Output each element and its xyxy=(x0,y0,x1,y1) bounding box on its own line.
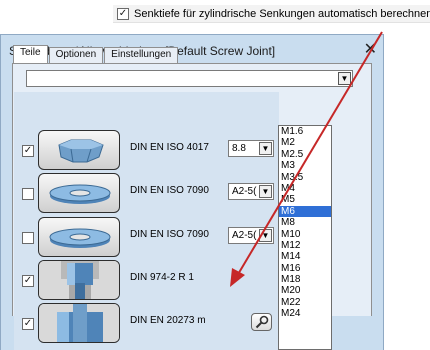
part-row: ✓ DIN 974-2 R 1 xyxy=(20,259,280,301)
part-name: DIN EN ISO 7090 xyxy=(130,229,209,240)
size-option[interactable]: M2 xyxy=(279,137,331,148)
auto-countersink-option[interactable]: ✓ Senktiefe für zylindrische Senkungen a… xyxy=(113,5,430,23)
tab-bar: Teile Optionen Einstellungen xyxy=(13,45,179,63)
size-option[interactable]: M22 xyxy=(279,297,331,308)
part-row: ✓ DIN EN ISO 4017 8.8 ▼ xyxy=(20,129,280,171)
part-name: DIN EN 20273 m xyxy=(130,315,206,326)
washer-icon[interactable] xyxy=(38,173,120,213)
material-value: A2-5( xyxy=(232,186,257,197)
part-checkbox[interactable] xyxy=(22,188,34,200)
part-name: DIN EN ISO 7090 xyxy=(130,185,209,196)
auto-countersink-checkbox[interactable]: ✓ xyxy=(117,7,129,20)
part-row: DIN EN ISO 7090 A2-5( ▼ xyxy=(20,172,280,214)
size-option[interactable]: M5 xyxy=(279,194,331,205)
size-option[interactable]: M4 xyxy=(279,183,331,194)
hex-bolt-icon[interactable] xyxy=(38,130,120,170)
hex-nut-icon[interactable] xyxy=(38,303,120,343)
size-option[interactable]: M14 xyxy=(279,251,331,262)
tab-einstellungen[interactable]: Einstellungen xyxy=(104,47,179,63)
tab-teile[interactable]: Teile xyxy=(13,45,48,63)
wrench-icon[interactable] xyxy=(251,313,272,331)
size-option[interactable]: M6 xyxy=(279,205,331,218)
size-option[interactable]: M8 xyxy=(279,217,331,228)
size-option[interactable]: M3.5 xyxy=(279,172,331,183)
chevron-down-icon[interactable]: ▼ xyxy=(259,185,272,198)
size-dropdown-list[interactable]: M1.6 M2 M2.5 M3 M3.5 M4 M5 M6 M8 M10 M12 M14 M16 M18 M… xyxy=(278,125,332,350)
part-row: ✓ DIN EN 20273 m xyxy=(20,302,280,344)
part-checkbox[interactable]: ✓ xyxy=(22,318,34,330)
part-row: DIN EN ISO 7090 A2-5( ▼ xyxy=(20,216,280,258)
strength-class-value: 8.8 xyxy=(232,143,246,154)
size-option[interactable]: M20 xyxy=(279,285,331,296)
size-option[interactable]: M12 xyxy=(279,240,331,251)
size-option[interactable]: M10 xyxy=(279,229,331,240)
size-option[interactable]: M1.6 xyxy=(279,126,331,137)
part-checkbox[interactable]: ✓ xyxy=(22,275,34,287)
close-icon[interactable]: ✕ xyxy=(364,42,377,58)
screw-type-combo[interactable]: ▼ xyxy=(26,70,353,87)
auto-countersink-label: Senktiefe für zylindrische Senkungen aut… xyxy=(134,7,430,20)
material-value: A2-5( xyxy=(232,230,257,241)
part-name: DIN 974-2 R 1 xyxy=(130,272,194,283)
size-option[interactable]: M2.5 xyxy=(279,149,331,160)
part-checkbox[interactable]: ✓ xyxy=(22,145,34,157)
tab-optionen[interactable]: Optionen xyxy=(48,47,104,63)
chevron-down-icon[interactable]: ▼ xyxy=(259,142,272,155)
size-option[interactable]: M16 xyxy=(279,263,331,274)
washer-icon[interactable] xyxy=(38,217,120,257)
part-checkbox[interactable] xyxy=(22,232,34,244)
chevron-down-icon[interactable]: ▼ xyxy=(259,229,272,242)
counterbore-icon[interactable] xyxy=(38,260,120,300)
strength-class-select[interactable]: 8.8 ▼ xyxy=(228,140,274,157)
material-select[interactable]: A2-5( ▼ xyxy=(228,227,274,244)
size-option[interactable]: M3 xyxy=(279,160,331,171)
part-name: DIN EN ISO 4017 xyxy=(130,142,209,153)
chevron-down-icon[interactable]: ▼ xyxy=(338,72,351,85)
size-option[interactable]: M24 xyxy=(279,308,331,319)
material-select[interactable]: A2-5( ▼ xyxy=(228,183,274,200)
size-option[interactable]: M18 xyxy=(279,274,331,285)
